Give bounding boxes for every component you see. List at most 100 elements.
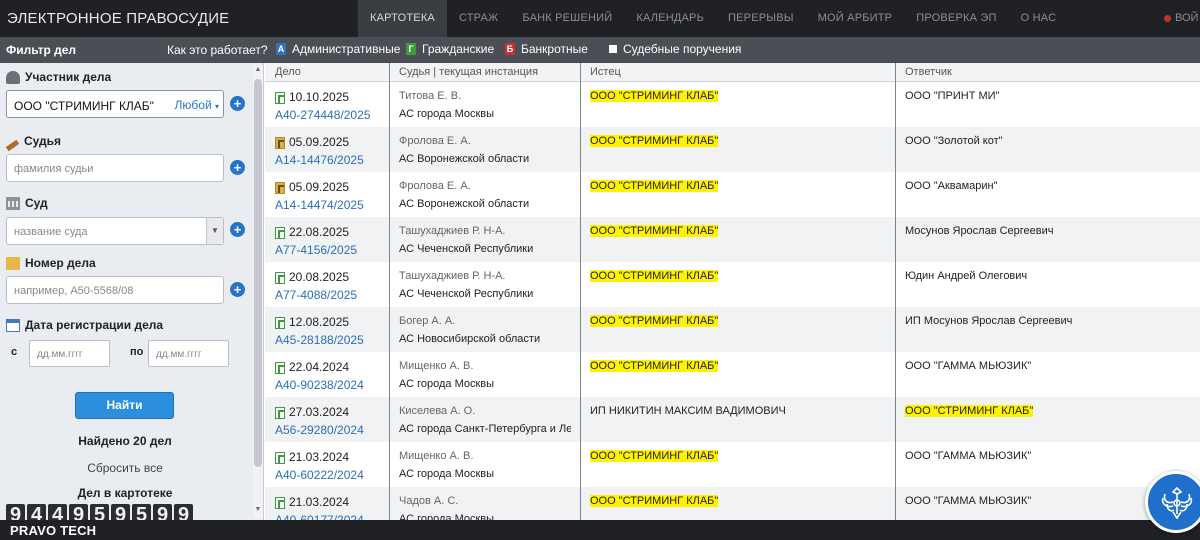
participant-input[interactable]: ООО "СТРИМИНГ КЛАБ" Любой ▾ (6, 90, 224, 118)
court-name: АС города Москвы (399, 108, 495, 120)
table-row[interactable]: 22.08.2025 А77-4156/2025 Ташухаджиев Р. Н-… (265, 217, 1200, 262)
nav-calendar[interactable]: КАЛЕНДАРЬ (624, 0, 716, 37)
find-button[interactable]: Найти (75, 392, 174, 419)
date-to-label: по (130, 346, 144, 358)
case-number-link[interactable]: А77-4088/2025 (275, 288, 357, 302)
table-row[interactable]: 21.03.2024 А40-60177/2024 Чадов А. С. АС го… (265, 487, 1200, 520)
bankrupt-case-icon (275, 182, 285, 194)
defendant-name: ООО "ПРИНТ МИ" (905, 90, 1000, 102)
civil-case-icon (275, 92, 285, 104)
category-civil[interactable]: Г Гражданские (406, 42, 494, 56)
add-participant-button[interactable]: + (230, 96, 245, 111)
civil-case-icon (275, 362, 285, 374)
court-name: АС города Санкт-Петербурга и Ленинградск… (399, 423, 571, 435)
column-divider (580, 63, 581, 520)
scroll-down-icon[interactable]: ▼ (253, 506, 263, 513)
date-from-input[interactable]: дд.мм.гггг (29, 340, 110, 367)
nav-proverka-ep[interactable]: ПРОВЕРКА ЭП (904, 0, 1008, 37)
case-date: 10.10.2025 (289, 90, 350, 104)
header-judge[interactable]: Судья | текущая инстанция (399, 66, 538, 78)
case-date: 21.03.2024 (289, 450, 350, 464)
table-row[interactable]: 27.03.2024 А56-29280/2024 Киселева А. О. АС… (265, 397, 1200, 442)
nav-about[interactable]: О НАС (1009, 0, 1069, 37)
header-plaintiff[interactable]: Истец (590, 66, 621, 78)
case-number-link[interactable]: А14-14474/2025 (275, 198, 364, 212)
case-number-link[interactable]: А40-274448/2025 (275, 108, 370, 122)
civil-case-icon (275, 317, 285, 329)
case-date: 20.08.2025 (289, 270, 350, 284)
plaintiff-name: ООО "СТРИМИНГ КЛАБ" (590, 360, 719, 372)
case-number-link[interactable]: А14-14476/2025 (275, 153, 364, 167)
case-number-link[interactable]: А77-4156/2025 (275, 243, 357, 257)
header-defendant[interactable]: Ответчик (905, 66, 952, 78)
table-row[interactable]: 22.04.2024 А40-90238/2024 Мищенко А. В. АС … (265, 352, 1200, 397)
add-court-button[interactable]: + (230, 222, 245, 237)
participant-role-dropdown[interactable]: Любой ▾ (175, 98, 219, 112)
nav-breaks[interactable]: ПЕРЕРЫВЫ (716, 0, 806, 37)
case-number-link[interactable]: А40-90238/2024 (275, 378, 364, 392)
judge-name: Ташухаджиев Р. Н-А. (399, 270, 506, 282)
plaintiff-name: ООО "СТРИМИНГ КЛАБ" (590, 450, 719, 462)
court-name: АС Чеченской Республики (399, 243, 534, 255)
judge-input[interactable]: фамилия судьи (6, 154, 224, 182)
table-row[interactable]: 05.09.2025 А14-14476/2025 Фролова Е. А. АС … (265, 127, 1200, 172)
bankrupt-icon: Б (505, 43, 515, 55)
category-court-orders[interactable]: Судебные поручения (609, 42, 741, 56)
dropdown-arrow-icon[interactable]: ▼ (206, 218, 223, 244)
administrative-icon: А (276, 43, 286, 55)
scrollbar-thumb[interactable] (254, 79, 262, 467)
status-dot-icon (1164, 14, 1171, 22)
case-number-link[interactable]: А56-29280/2024 (275, 423, 364, 437)
nav-kartoteka[interactable]: КАРТОТЕКА (358, 0, 447, 37)
case-number-input[interactable]: например, А50-5568/08 (6, 276, 224, 304)
login-link[interactable]: ВОЙ (1164, 12, 1198, 24)
defendant-name: ООО "ГАММА МЬЮЗИК" (905, 360, 1032, 372)
calendar-icon (6, 318, 20, 332)
table-row[interactable]: 10.10.2025 А40-274448/2025 Титова Е. В. АС … (265, 82, 1200, 127)
pravo-tech-logo[interactable]: PRAVO TECH (10, 523, 96, 538)
nav-strazh[interactable]: СТРАЖ (447, 0, 510, 37)
table-row[interactable]: 21.03.2024 А40-60222/2024 Мищенко А. В. АС … (265, 442, 1200, 487)
table-row[interactable]: 12.08.2025 А45-28188/2025 Богер А. А. АС Но… (265, 307, 1200, 352)
case-date: 27.03.2024 (289, 405, 350, 419)
site-brand[interactable]: ЭЛЕКТРОННОЕ ПРАВОСУДИЕ (7, 10, 229, 27)
category-bankrupt[interactable]: Б Банкротные (505, 42, 588, 56)
plaintiff-name: ООО "СТРИМИНГ КЛАБ" (590, 315, 719, 327)
footer-bar: PRAVO TECH (0, 520, 1200, 540)
plaintiff-name: ООО "СТРИМИНГ КЛАБ" (590, 90, 719, 102)
court-label: Суд (6, 196, 48, 210)
eagle-emblem-icon[interactable] (1145, 471, 1200, 533)
table-header: Дело Судья | текущая инстанция Истец Отв… (265, 63, 1200, 82)
header-case[interactable]: Дело (275, 66, 301, 78)
add-case-number-button[interactable]: + (230, 282, 245, 297)
defendant-name: ООО "Аквамарин" (905, 180, 998, 192)
reset-all-link[interactable]: Сбросить все (0, 461, 250, 475)
main-nav: КАРТОТЕКА СТРАЖ БАНК РЕШЕНИЙ КАЛЕНДАРЬ П… (358, 0, 1068, 37)
table-row[interactable]: 05.09.2025 А14-14474/2025 Фролова Е. А. АС … (265, 172, 1200, 217)
person-icon (6, 70, 20, 84)
scroll-up-icon[interactable]: ▲ (253, 66, 263, 73)
table-row[interactable]: 20.08.2025 А77-4088/2025 Ташухаджиев Р. Н-… (265, 262, 1200, 307)
court-name: АС города Москвы (399, 468, 495, 480)
court-name: АС города Москвы (399, 513, 495, 520)
category-administrative[interactable]: А Административные (276, 42, 400, 56)
court-select[interactable]: название суда ▼ (6, 217, 224, 245)
cases-table: 10.10.2025 А40-274448/2025 Титова Е. В. АС … (265, 63, 1200, 520)
case-number-link[interactable]: А40-60177/2024 (275, 513, 364, 520)
nav-bank-resheniy[interactable]: БАНК РЕШЕНИЙ (510, 0, 624, 37)
court-name: АС Чеченской Республики (399, 288, 534, 300)
case-number-link[interactable]: А45-28188/2025 (275, 333, 364, 347)
court-name: АС города Москвы (399, 378, 495, 390)
case-number-link[interactable]: А40-60222/2024 (275, 468, 364, 482)
date-to-input[interactable]: дд.мм.гггг (148, 340, 229, 367)
nav-moy-arbitr[interactable]: МОЙ АРБИТР (806, 0, 905, 37)
court-building-icon (6, 196, 20, 210)
filter-title: Фильтр дел (6, 43, 77, 57)
how-it-works-link[interactable]: Как это работает? (167, 43, 268, 57)
filter-bar: Фильтр дел Как это работает? А Администр… (0, 37, 1200, 63)
civil-case-icon (275, 407, 285, 419)
column-divider (389, 63, 390, 520)
civil-case-icon (275, 497, 285, 509)
sidebar-scrollbar[interactable]: ▲ ▼ (253, 65, 263, 518)
add-judge-button[interactable]: + (230, 160, 245, 175)
